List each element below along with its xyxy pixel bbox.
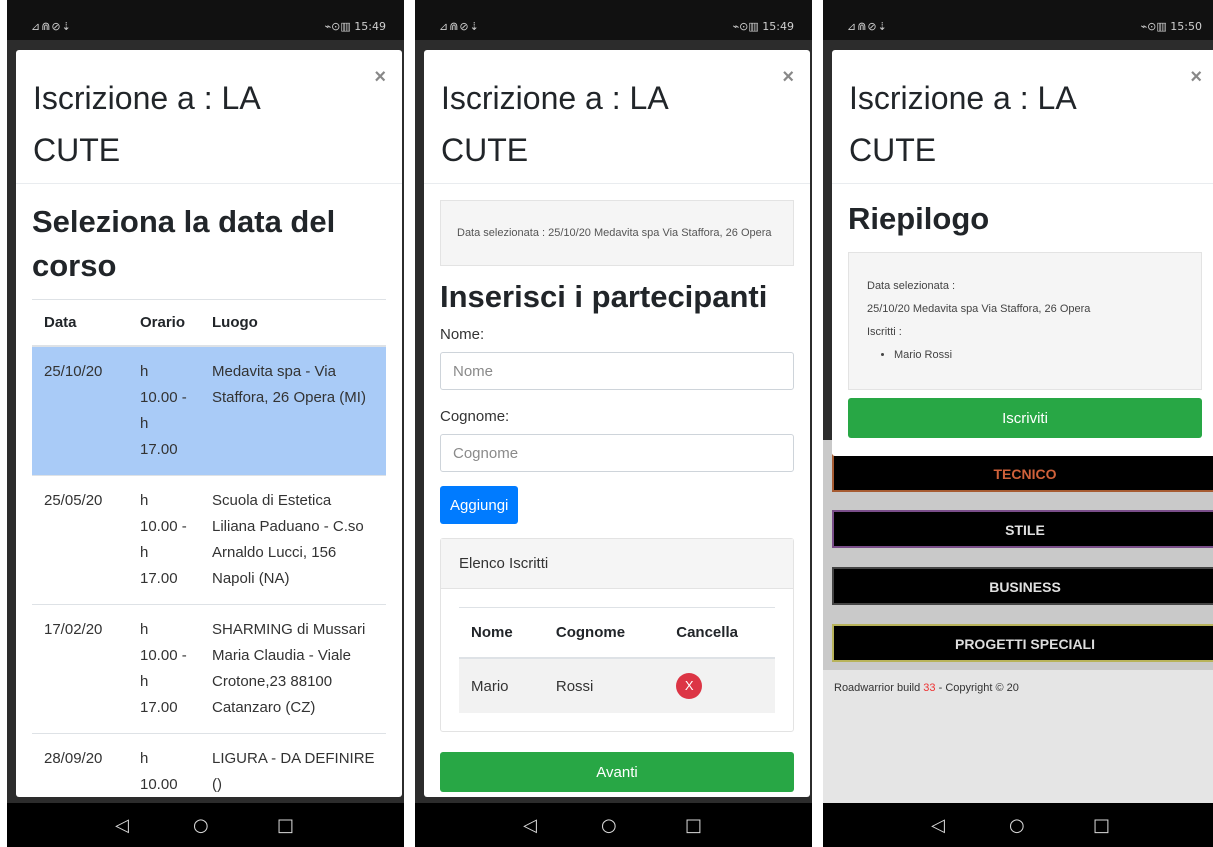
row-date: 28/09/20: [32, 733, 128, 797]
row-place: LIGURA - DA DEFINIRE (): [200, 733, 386, 797]
row-time: h 10.00 - h 17.00: [128, 345, 200, 476]
next-button[interactable]: Avanti: [440, 752, 794, 792]
participant-cognome: Rossi: [543, 658, 665, 713]
build-number-link[interactable]: 33: [923, 682, 935, 694]
row-date: 25/10/20: [32, 345, 128, 476]
column-header-date: Data: [32, 299, 128, 347]
modal-title: Iscrizione a : LA CUTE: [33, 80, 259, 168]
status-icons-left: ⊿⋒⊘⇣: [847, 20, 888, 33]
home-icon[interactable]: ○: [601, 815, 617, 836]
enrolled-list-body: Nome Cognome Cancella Mario Rossi X: [441, 589, 793, 731]
enrolled-label: Iscritti :: [867, 326, 902, 338]
status-clock: ⌁⊙▥ 15:50: [1140, 20, 1202, 33]
selected-date-label: Data selezionata :: [867, 280, 956, 292]
status-bar: ⊿⋒⊘⇣ ⌁⊙▥ 15:49: [7, 0, 404, 40]
modal-header: Iscrizione a : LA CUTE ×: [832, 50, 1213, 184]
row-date: 17/02/20: [32, 604, 128, 734]
column-header-place: Luogo: [200, 299, 386, 347]
back-icon[interactable]: ◁: [115, 815, 129, 836]
delete-participant-button[interactable]: X: [676, 673, 703, 699]
footer-copyright: Roadwarrior build 33 - Copyright © 20: [834, 682, 1019, 694]
enrollment-modal: Iscrizione a : LA CUTE × Data selezionat…: [424, 50, 810, 797]
nome-label: Nome:: [440, 326, 485, 343]
table-row: Mario Rossi X: [459, 658, 775, 713]
close-icon[interactable]: ×: [374, 66, 386, 89]
date-row[interactable]: 17/02/20 h 10.00 - h 17.00 SHARMING di M…: [32, 604, 386, 734]
selected-date-box: Data selezionata : 25/10/20 Medavita spa…: [440, 200, 794, 266]
row-date: 25/05/20: [32, 475, 128, 605]
nome-input[interactable]: [440, 352, 794, 390]
summary-box: Data selezionata : 25/10/20 Medavita spa…: [848, 252, 1202, 390]
course-dates-table: Data Orario Luogo 25/10/20 h 10.00 - h 1…: [32, 299, 386, 797]
close-icon[interactable]: ×: [1190, 66, 1202, 89]
recent-apps-icon[interactable]: □: [685, 815, 702, 836]
column-header-cancella: Cancella: [664, 607, 775, 659]
selected-date-value: 25/10/20 Medavita spa Via Staffora, 26 O…: [867, 303, 1091, 315]
delete-cell: X: [664, 658, 775, 713]
enrolled-list-card: Elenco Iscritti Nome Cognome Cancella Ma…: [440, 538, 794, 732]
android-nav-bar: ◁ ○ □: [415, 803, 812, 847]
row-time: h 10.00 - h 17.00: [128, 475, 200, 605]
status-bar: ⊿⋒⊘⇣ ⌁⊙▥ 15:49: [415, 0, 812, 40]
back-icon[interactable]: ◁: [523, 815, 537, 836]
status-clock: ⌁⊙▥ 15:49: [324, 20, 386, 33]
column-header-time: Orario: [128, 299, 200, 347]
enrollment-modal: Iscrizione a : LA CUTE × Seleziona la da…: [16, 50, 402, 797]
row-time: h 10.00: [128, 733, 200, 797]
enrolled-list: Mario Rossi: [894, 344, 1183, 367]
participants-heading: Inserisci i partecipanti: [440, 279, 768, 314]
date-row[interactable]: 25/05/20 h 10.00 - h 17.00 Scuola di Est…: [32, 475, 386, 605]
modal-title: Iscrizione a : LA CUTE: [849, 80, 1075, 168]
home-icon[interactable]: ○: [193, 815, 209, 836]
select-date-heading: Seleziona la data del corso: [32, 204, 336, 283]
modal-header: Iscrizione a : LA CUTE ×: [16, 50, 402, 184]
status-icons-left: ⊿⋒⊘⇣: [439, 20, 480, 33]
row-place: Medavita spa - Via Staffora, 26 Opera (M…: [200, 345, 386, 476]
android-nav-bar: ◁ ○ □: [7, 803, 404, 847]
row-place: Scuola di Estetica Liliana Paduano - C.s…: [200, 475, 386, 605]
modal-body: Riepilogo Data selezionata : 25/10/20 Me…: [832, 198, 1213, 438]
close-icon[interactable]: ×: [782, 66, 794, 89]
status-clock: ⌁⊙▥ 15:49: [732, 20, 794, 33]
date-row-selected[interactable]: 25/10/20 h 10.00 - h 17.00 Medavita spa …: [32, 345, 386, 476]
home-icon[interactable]: ○: [1009, 815, 1025, 836]
modal-body: Data selezionata : 25/10/20 Medavita spa…: [424, 200, 810, 792]
list-item: Mario Rossi: [894, 344, 1183, 367]
row-time: h 10.00 - h 17.00: [128, 604, 200, 734]
menu-business-button[interactable]: BUSINESS: [832, 567, 1213, 605]
enroll-submit-button[interactable]: Iscriviti: [848, 398, 1202, 438]
menu-progetti-speciali-button[interactable]: PROGETTI SPECIALI: [832, 624, 1213, 662]
enrolled-table: Nome Cognome Cancella Mario Rossi X: [459, 607, 775, 713]
summary-heading: Riepilogo: [848, 201, 990, 236]
add-participant-button[interactable]: Aggiungi: [440, 486, 519, 524]
enrollment-modal: Iscrizione a : LA CUTE × Riepilogo Data …: [832, 50, 1213, 456]
status-bar: ⊿⋒⊘⇣ ⌁⊙▥ 15:50: [823, 0, 1213, 40]
phone-screen-date-selection: ⊿⋒⊘⇣ ⌁⊙▥ 15:49 Iscrizione a : LA CUTE × …: [7, 0, 404, 847]
modal-title: Iscrizione a : LA CUTE: [441, 80, 667, 168]
cognome-input[interactable]: [440, 434, 794, 472]
date-row[interactable]: 28/09/20 h 10.00 LIGURA - DA DEFINIRE (): [32, 733, 386, 797]
column-header-cognome: Cognome: [543, 607, 665, 659]
enrolled-list-title: Elenco Iscritti: [441, 539, 793, 589]
modal-body: Seleziona la data del corso Data Orario …: [16, 200, 402, 797]
back-icon[interactable]: ◁: [931, 815, 945, 836]
menu-tecnico-button[interactable]: TECNICO: [832, 454, 1213, 492]
status-icons-left: ⊿⋒⊘⇣: [31, 20, 72, 33]
menu-stile-button[interactable]: STILE: [832, 510, 1213, 548]
phone-screen-participants: ⊿⋒⊘⇣ ⌁⊙▥ 15:49 Iscrizione a : LA CUTE × …: [415, 0, 812, 847]
phone-screen-summary: ⊿⋒⊘⇣ ⌁⊙▥ 15:50 TECNICO STILE BUSINESS PR…: [823, 0, 1213, 847]
cognome-label: Cognome:: [440, 408, 510, 425]
row-place: SHARMING di Mussari Maria Claudia - Vial…: [200, 604, 386, 734]
participant-nome: Mario: [459, 658, 544, 713]
recent-apps-icon[interactable]: □: [1093, 815, 1110, 836]
footer-prefix: Roadwarrior build: [834, 682, 921, 694]
android-nav-bar: ◁ ○ □: [823, 803, 1213, 847]
footer-suffix: - Copyright © 20: [938, 682, 1019, 694]
recent-apps-icon[interactable]: □: [277, 815, 294, 836]
modal-header: Iscrizione a : LA CUTE ×: [424, 50, 810, 184]
column-header-nome: Nome: [459, 607, 544, 659]
